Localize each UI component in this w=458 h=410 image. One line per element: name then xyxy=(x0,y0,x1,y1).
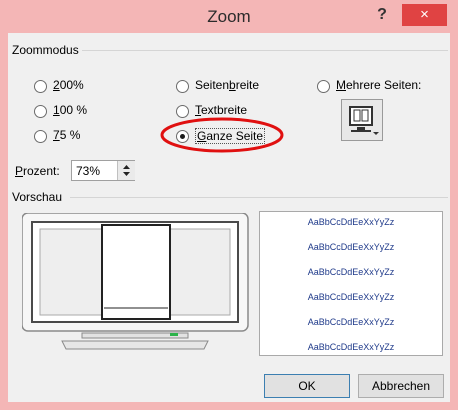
prozent-input[interactable]: 73% xyxy=(76,164,100,178)
radio-75[interactable] xyxy=(34,130,47,143)
multi-page-picker-button[interactable] xyxy=(341,99,383,141)
highlight-ellipse xyxy=(160,117,284,153)
prozent-label: Prozent: xyxy=(15,164,60,178)
sample-line: AaBbCcDdEeXxYyZz xyxy=(307,217,395,227)
sample-line: AaBbCcDdEeXxYyZz xyxy=(307,292,395,302)
radio-mehrere-seiten[interactable] xyxy=(317,80,330,93)
font-sample-preview: AaBbCcDdEeXxYyZz AaBbCcDdEeXxYyZz AaBbCc… xyxy=(259,211,443,356)
radio-100[interactable] xyxy=(34,105,47,118)
sample-line: AaBbCcDdEeXxYyZz xyxy=(307,317,395,327)
radio-seitenbreite[interactable] xyxy=(176,80,189,93)
vorschau-divider xyxy=(70,197,448,198)
page-preview xyxy=(22,213,249,350)
cancel-button[interactable]: Abbrechen xyxy=(358,374,444,398)
close-button[interactable]: × xyxy=(402,4,447,26)
sample-line: AaBbCcDdEeXxYyZz xyxy=(307,242,395,252)
label-75[interactable]: 75 % xyxy=(53,128,80,142)
prozent-stepper[interactable]: 73% xyxy=(71,160,135,181)
dialog-body: Zoommodus 200% 100 % 75 % Seitenbreite T… xyxy=(8,33,450,402)
zoommodus-divider xyxy=(82,50,448,51)
prozent-spinner[interactable] xyxy=(117,161,135,180)
zoommodus-label: Zoommodus xyxy=(12,43,79,57)
label-mehrere-seiten[interactable]: Mehrere Seiten: xyxy=(336,78,421,92)
label-seitenbreite[interactable]: Seitenbreite xyxy=(195,78,259,92)
monitor-pages-icon xyxy=(349,106,379,135)
zoom-dialog: Zoom ? × Zoommodus 200% 100 % 75 % Seite… xyxy=(0,0,458,410)
label-200[interactable]: 200% xyxy=(53,78,84,92)
title-bar: Zoom ? × xyxy=(0,0,458,34)
sample-line: AaBbCcDdEeXxYyZz xyxy=(307,267,395,277)
label-100[interactable]: 100 % xyxy=(53,103,87,117)
ok-button[interactable]: OK xyxy=(264,374,350,398)
help-button[interactable]: ? xyxy=(372,4,392,26)
spinner-arrows-icon xyxy=(123,165,130,176)
vorschau-label: Vorschau xyxy=(12,190,63,204)
radio-200[interactable] xyxy=(34,80,47,93)
sample-line: AaBbCcDdEeXxYyZz xyxy=(307,342,395,352)
